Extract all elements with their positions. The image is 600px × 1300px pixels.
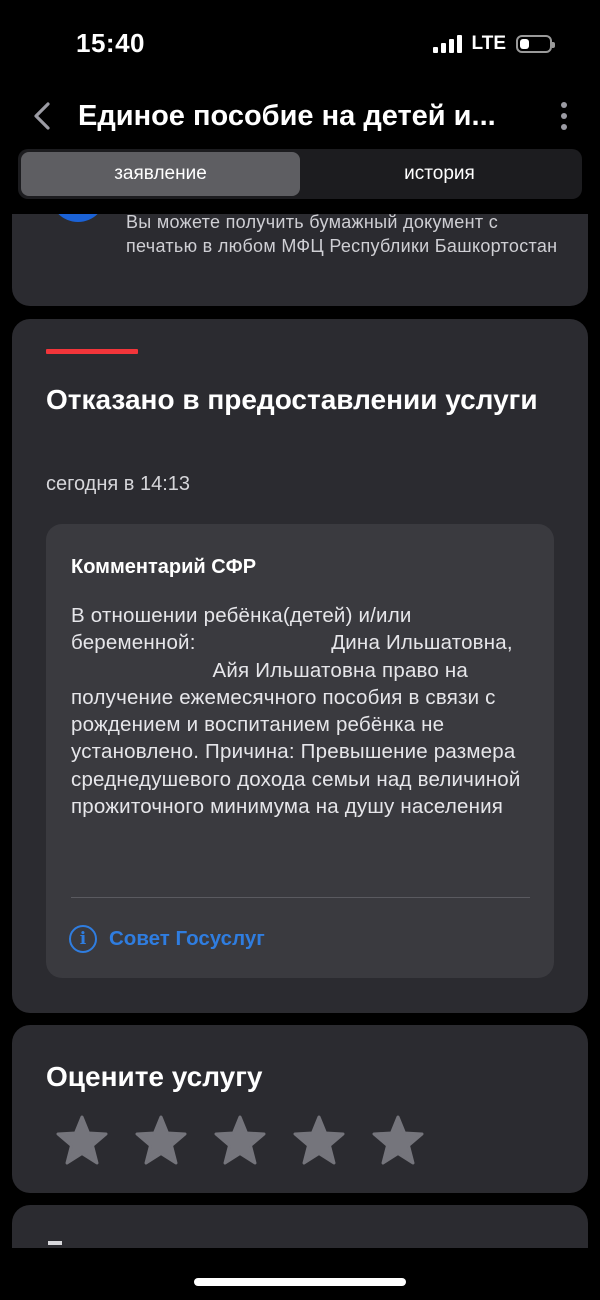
more-button[interactable]: [554, 98, 574, 134]
divider: [71, 897, 530, 898]
battery-icon: [516, 35, 555, 53]
advice-link[interactable]: i Совет Госуслуг: [69, 925, 265, 953]
back-button[interactable]: [26, 96, 58, 136]
tab-application[interactable]: заявление: [21, 152, 300, 196]
status-timestamp: сегодня в 14:13: [46, 473, 190, 495]
status-bar: 15:40 LTE: [0, 0, 600, 90]
star-icon[interactable]: [372, 1115, 424, 1165]
status-time: 15:40: [76, 28, 145, 58]
more-vertical-icon: [561, 102, 567, 108]
status-card: Отказано в предоставлении услуги сегодня…: [12, 319, 588, 1013]
comment-body: В отношении ребёнка(детей) и/или беремен…: [71, 604, 521, 819]
star-icon[interactable]: [293, 1115, 345, 1165]
segmented-tabs: заявление история: [18, 149, 582, 199]
status-indicator-line: [46, 349, 138, 354]
star-icon[interactable]: [56, 1115, 108, 1165]
page-title: Единое пособие на детей и...: [78, 100, 496, 132]
bottom-area: [0, 1248, 600, 1300]
star-icon[interactable]: [135, 1115, 187, 1165]
star-icon[interactable]: [214, 1115, 266, 1165]
advice-link-label: Совет Госуслуг: [109, 927, 265, 950]
home-indicator[interactable]: [194, 1278, 406, 1286]
info-card-text: Вы можете получить бумажный документ с п…: [126, 214, 558, 256]
status-title: Отказано в предоставлении услуги: [46, 384, 538, 415]
comment-box: Комментарий СФР В отношении ребёнка(дете…: [46, 524, 554, 978]
star-rating: [56, 1115, 424, 1165]
chevron-left-icon: [34, 102, 50, 130]
app-header: Единое пособие на детей и...: [0, 90, 600, 142]
tab-history[interactable]: история: [300, 152, 579, 196]
document-icon: [50, 214, 106, 222]
status-indicators: LTE: [432, 33, 555, 55]
rating-title: Оцените услугу: [46, 1061, 263, 1092]
info-card: Вы можете получить бумажный документ с п…: [12, 214, 588, 306]
comment-title: Комментарий СФР: [71, 556, 257, 578]
network-label: LTE: [471, 33, 506, 54]
info-icon: i: [69, 925, 97, 953]
next-card-title-peek: [48, 1241, 62, 1245]
signal-icon: [432, 35, 462, 53]
rating-card: Оцените услугу: [12, 1025, 588, 1193]
